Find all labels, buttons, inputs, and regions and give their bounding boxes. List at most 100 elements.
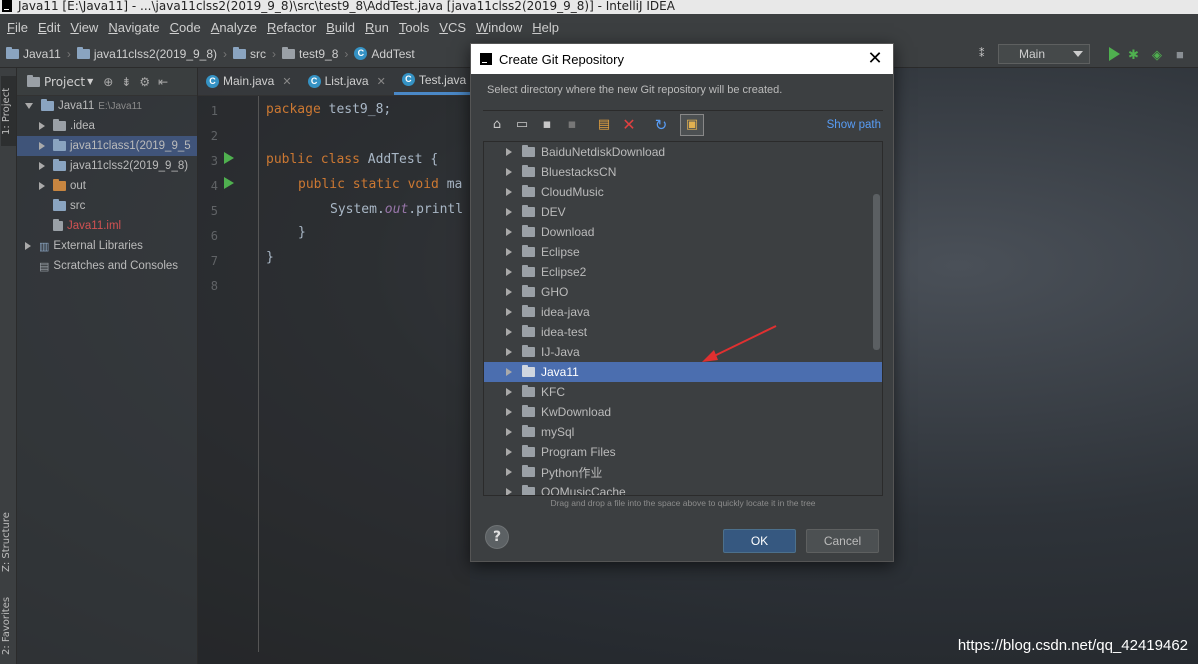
show-path-link[interactable]: Show path <box>827 119 881 131</box>
cancel-button[interactable]: Cancel <box>806 529 879 553</box>
list-item[interactable]: QQMusicCache <box>484 482 869 495</box>
new-folder-icon[interactable]: ▤ <box>596 117 612 133</box>
intellij-app-icon <box>2 0 12 12</box>
toggle-hidden-icon[interactable]: ▣ <box>680 113 704 136</box>
project-panel-header: Project ▼ ⊕ ⇟ ⚙ ⇤ <box>17 68 197 96</box>
project-icon[interactable]: ▪ <box>564 117 580 133</box>
tree-item-scratches[interactable]: ▤ Scratches and Consoles <box>17 256 197 276</box>
desktop-icon[interactable]: ▭ <box>514 117 530 133</box>
project-view-select[interactable]: Project <box>44 75 85 89</box>
menu-window[interactable]: Window <box>471 20 527 35</box>
ok-button[interactable]: OK <box>723 529 796 553</box>
hide-panel-icon[interactable]: ⇤ <box>158 75 168 89</box>
tree-item-java11[interactable]: Java11 E:\Java11 <box>17 96 197 116</box>
tree-item-label: Java11.iml <box>67 220 122 232</box>
collapse-arrow-icon <box>506 188 512 196</box>
breadcrumb-item[interactable]: test9_8 › <box>276 46 348 61</box>
list-item[interactable]: DEV <box>484 202 869 222</box>
home-icon[interactable]: ⌂ <box>489 117 505 133</box>
tree-item-out[interactable]: out <box>17 176 197 196</box>
close-icon[interactable]: ✕ <box>377 75 386 88</box>
menu-tools[interactable]: Tools <box>394 20 434 35</box>
build-icon[interactable]: ⁑ <box>979 47 993 61</box>
coverage-icon[interactable]: ◈ <box>1152 47 1166 62</box>
run-configuration-select[interactable]: Main <box>998 44 1090 64</box>
menu-refactor[interactable]: Refactor <box>262 20 321 35</box>
directory-tree[interactable]: BaiduNetdiskDownload BluestacksCN CloudM… <box>483 141 883 496</box>
breadcrumb-item[interactable]: java11clss2(2019_9_8) › <box>71 46 227 61</box>
list-item[interactable]: idea-java <box>484 302 869 322</box>
tree-item-src[interactable]: src <box>17 196 197 216</box>
code-line[interactable]: } <box>266 250 274 265</box>
list-item[interactable]: Python作业 <box>484 462 869 482</box>
tab-label: List.java <box>324 74 369 88</box>
refresh-icon[interactable]: ↻ <box>653 116 669 134</box>
tab-structure-tool[interactable]: Z: Structure <box>1 504 16 580</box>
list-item[interactable]: idea-test <box>484 322 869 342</box>
tree-item-idea[interactable]: .idea <box>17 116 197 136</box>
breadcrumb-item[interactable]: C AddTest <box>348 47 415 61</box>
debug-icon[interactable]: ✱ <box>1128 47 1142 62</box>
tree-scrollbar[interactable] <box>873 194 880 350</box>
code-keyword: package <box>266 102 321 117</box>
stop-icon[interactable]: ■ <box>1176 47 1190 62</box>
tree-item-external-libraries[interactable]: ▥ External Libraries <box>17 236 197 256</box>
menu-code[interactable]: Code <box>165 20 206 35</box>
list-item[interactable]: mySql <box>484 422 869 442</box>
editor-tabs: C Main.java ✕ C List.java ✕ C Test.java … <box>198 67 492 96</box>
locate-icon[interactable]: ⊕ <box>103 75 113 89</box>
code-line[interactable]: public class AddTest { <box>266 152 438 167</box>
list-item[interactable]: KFC <box>484 382 869 402</box>
list-item[interactable]: IJ-Java <box>484 342 869 362</box>
list-item-selected[interactable]: Java11 <box>484 362 882 382</box>
menu-vcs[interactable]: VCS <box>434 20 471 35</box>
folder-icon <box>522 285 535 297</box>
list-item[interactable]: Download <box>484 222 869 242</box>
list-item[interactable]: BluestacksCN <box>484 162 869 182</box>
menu-build[interactable]: Build <box>321 20 360 35</box>
run-icon[interactable] <box>1109 47 1120 61</box>
menu-navigate[interactable]: Navigate <box>103 20 164 35</box>
collapse-arrow-icon <box>39 142 45 150</box>
help-button[interactable]: ? <box>485 525 509 549</box>
tab-favorites-tool[interactable]: 2: Favorites <box>1 594 16 658</box>
tab-project-tool[interactable]: 1: Project <box>1 76 16 146</box>
list-item[interactable]: Eclipse2 <box>484 262 869 282</box>
list-item[interactable]: KwDownload <box>484 402 869 422</box>
tree-item-java11clss2[interactable]: java11clss2(2019_9_8) <box>17 156 197 176</box>
run-class-icon[interactable] <box>224 152 234 164</box>
collapse-icon[interactable]: ⇟ <box>121 75 131 89</box>
code-line[interactable]: } <box>298 225 306 240</box>
folder-icon <box>522 365 535 377</box>
breadcrumb-item[interactable]: src › <box>227 46 276 61</box>
menu-view[interactable]: View <box>65 20 103 35</box>
menu-file[interactable]: File <box>2 20 33 35</box>
module-icon[interactable]: ▪ <box>539 117 555 133</box>
code-line[interactable]: package test9_8; <box>266 102 391 117</box>
breadcrumb-item[interactable]: Java11 › <box>0 46 71 61</box>
list-item[interactable]: GHO <box>484 282 869 302</box>
close-icon[interactable]: ✕ <box>865 48 885 68</box>
menu-run[interactable]: Run <box>360 20 394 35</box>
code-text: } <box>266 250 274 265</box>
folder-label: idea-java <box>541 305 590 319</box>
close-icon[interactable]: ✕ <box>282 75 291 88</box>
menu-analyze[interactable]: Analyze <box>206 20 262 35</box>
delete-icon[interactable]: ✕ <box>621 115 637 134</box>
list-item[interactable]: BaiduNetdiskDownload <box>484 142 869 162</box>
code-line[interactable]: public static void ma <box>298 177 462 192</box>
code-line[interactable]: System.out.printl <box>330 202 463 217</box>
gear-icon[interactable]: ⚙ <box>139 75 150 89</box>
code-text: System. <box>330 202 385 217</box>
menu-help[interactable]: Help <box>527 20 564 35</box>
run-main-icon[interactable] <box>224 177 234 189</box>
menu-edit[interactable]: Edit <box>33 20 65 35</box>
tab-main-java[interactable]: C Main.java ✕ <box>198 67 300 95</box>
list-item[interactable]: CloudMusic <box>484 182 869 202</box>
tab-list-java[interactable]: C List.java ✕ <box>300 67 394 95</box>
folder-label: Python作业 <box>541 465 603 480</box>
list-item[interactable]: Program Files <box>484 442 869 462</box>
list-item[interactable]: Eclipse <box>484 242 869 262</box>
tree-item-java11class1[interactable]: java11class1(2019_9_5 <box>17 136 197 156</box>
tree-item-java11-iml[interactable]: Java11.iml <box>17 216 197 236</box>
